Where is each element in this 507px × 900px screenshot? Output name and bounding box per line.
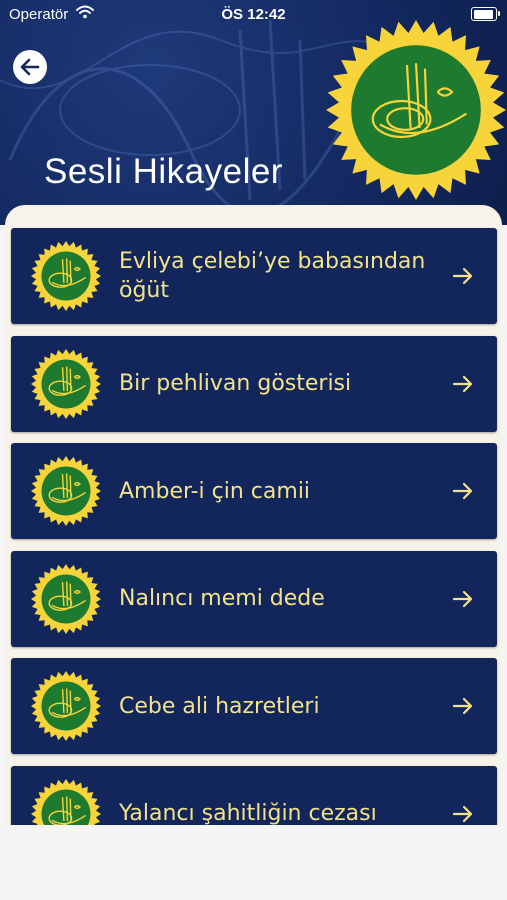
arrow-left-icon [20, 58, 40, 76]
arrow-right-icon [452, 267, 473, 285]
arrow-right-icon [452, 482, 473, 500]
battery-icon [471, 7, 500, 21]
story-title: Yalancı şahitliğin cezası [119, 801, 377, 825]
tughra-seal-icon [31, 348, 101, 419]
back-button[interactable] [13, 50, 47, 84]
story-list-item[interactable]: Cebe ali hazretleri [11, 658, 497, 754]
tughra-seal-icon [31, 241, 101, 311]
story-title: Cebe ali hazretleri [119, 693, 320, 719]
tughra-seal-icon [31, 563, 101, 634]
tughra-seal-icon [326, 20, 506, 200]
story-title: Nalıncı memi dede [119, 586, 325, 611]
story-title: Bir pehlivan gösterisi [119, 371, 352, 396]
tughra-seal-icon [31, 671, 101, 741]
arrow-right-icon [452, 697, 473, 715]
story-list-item[interactable]: Bir pehlivan gösterisi [11, 335, 497, 432]
story-title: Evliya çelebi’ye babasından öğüt [119, 249, 426, 303]
arrow-right-icon [452, 375, 473, 392]
story-list-item[interactable]: Nalıncı memi dede [11, 550, 497, 647]
bottom-bar [0, 825, 507, 900]
story-list-item[interactable]: Evliya çelebi’ye babasından öğüt [11, 228, 497, 324]
arrow-right-icon [452, 805, 473, 822]
page-title: Sesli Hikayeler [44, 152, 283, 191]
tughra-seal-icon [31, 456, 101, 526]
story-list: Evliya çelebi’ye babasından öğüt Bir peh… [5, 228, 502, 825]
story-list-panel: Evliya çelebi’ye babasından öğüt Bir peh… [5, 205, 502, 825]
tughra-seal-icon [31, 778, 101, 825]
arrow-right-icon [452, 590, 473, 607]
story-title: Amber-i çin camii [119, 478, 311, 504]
story-list-item[interactable]: Amber-i çin camii [11, 443, 497, 539]
story-list-item[interactable]: Yalancı şahitliğin cezası [11, 765, 497, 825]
